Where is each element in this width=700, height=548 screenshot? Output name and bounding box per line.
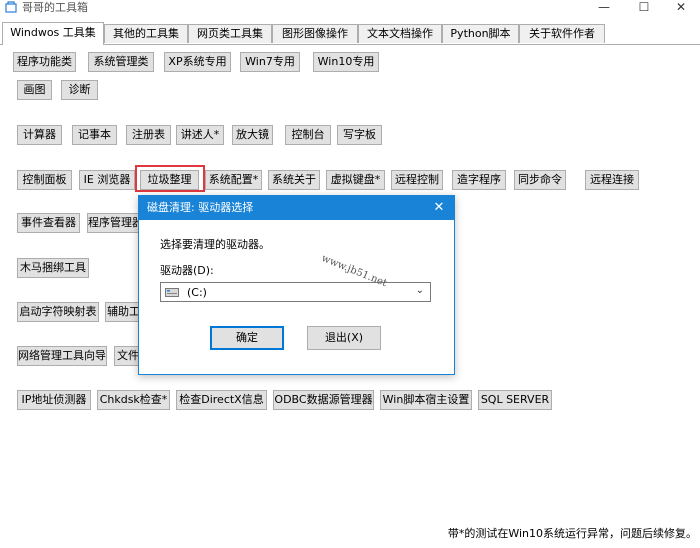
close-button[interactable]: ✕ <box>664 0 698 16</box>
drive-label: 驱动器(D): <box>160 264 214 277</box>
footer-note: 带*的测试在Win10系统运行异常，问题后续修复。 <box>447 527 697 540</box>
tab-image-tools[interactable]: 图形图像操作 <box>272 24 358 43</box>
wsh-settings-button[interactable]: Win脚本宿主设置 <box>380 390 472 410</box>
minimize-button[interactable]: — <box>587 0 621 16</box>
console-button[interactable]: 控制台 <box>285 125 331 145</box>
tab-windows-tools[interactable]: Windwos 工具集 <box>2 22 104 45</box>
calculator-button[interactable]: 计算器 <box>17 125 62 145</box>
directx-check-button[interactable]: 检查DirectX信息 <box>176 390 267 410</box>
title-bar: 哥哥的工具箱 — ☐ ✕ <box>0 0 700 16</box>
system-management-button[interactable]: 系统管理类 <box>88 52 154 72</box>
wordpad-button[interactable]: 写字板 <box>337 125 382 145</box>
program-manager-button[interactable]: 程序管理器 <box>87 213 142 233</box>
system-about-button[interactable]: 系统关于 <box>268 170 320 190</box>
diagnose-button[interactable]: 诊断 <box>61 80 98 100</box>
remote-connect-button[interactable]: 远程连接 <box>585 170 639 190</box>
exit-button[interactable]: 退出(X) <box>307 326 381 350</box>
xp-system-button[interactable]: XP系统专用 <box>164 52 231 72</box>
tab-other-tools[interactable]: 其他的工具集 <box>104 24 188 43</box>
char-map-button[interactable]: 启动字符映射表 <box>17 302 99 322</box>
tab-text-tools[interactable]: 文本文档操作 <box>358 24 442 43</box>
trojan-bundle-button[interactable]: 木马捆绑工具 <box>17 258 89 278</box>
tab-web-tools[interactable]: 网页类工具集 <box>188 24 272 43</box>
tab-bar: Windwos 工具集 其他的工具集 网页类工具集 图形图像操作 文本文档操作 … <box>0 22 700 45</box>
chevron-down-icon: ⌄ <box>415 285 424 296</box>
close-icon[interactable]: ✕ <box>430 199 448 217</box>
tab-python-scripts[interactable]: Python脚本 <box>442 24 519 43</box>
drive-select[interactable]: (C:) ⌄ <box>160 282 431 302</box>
paint-button[interactable]: 画图 <box>17 80 52 100</box>
network-tool-wizard-button[interactable]: 网络管理工具向导 <box>17 346 107 366</box>
registry-button[interactable]: 注册表 <box>126 125 171 145</box>
program-functions-button[interactable]: 程序功能类 <box>13 52 76 72</box>
win7-button[interactable]: Win7专用 <box>240 52 300 72</box>
virtual-keyboard-button[interactable]: 虚拟键盘* <box>326 170 385 190</box>
highlight-box <box>135 165 205 192</box>
window-title: 哥哥的工具箱 <box>22 1 88 14</box>
system-config-button[interactable]: 系统配置* <box>205 170 262 190</box>
app-icon <box>5 1 17 13</box>
narrator-button[interactable]: 讲述人* <box>176 125 224 145</box>
maximize-button[interactable]: ☐ <box>627 0 661 16</box>
remote-control-button[interactable]: 远程控制 <box>391 170 443 190</box>
disk-cleanup-dialog: 磁盘清理: 驱动器选择 ✕ 选择要清理的驱动器。 驱动器(D): (C:) ⌄ … <box>138 195 455 375</box>
odbc-manager-button[interactable]: ODBC数据源管理器 <box>273 390 374 410</box>
dialog-prompt: 选择要清理的驱动器。 <box>160 238 270 251</box>
drive-icon <box>165 288 179 297</box>
accessibility-button[interactable]: 辅助工 <box>105 302 142 322</box>
sql-server-button[interactable]: SQL SERVER <box>478 390 552 410</box>
chkdsk-button[interactable]: Chkdsk检查* <box>97 390 170 410</box>
dialog-title: 磁盘清理: 驱动器选择 <box>147 201 254 214</box>
drive-value: (C:) <box>187 286 207 299</box>
tab-about-author[interactable]: 关于软件作者 <box>519 24 605 43</box>
ok-button[interactable]: 确定 <box>210 326 284 350</box>
char-editor-button[interactable]: 造字程序 <box>452 170 506 190</box>
ip-detector-button[interactable]: IP地址侦测器 <box>17 390 91 410</box>
dialog-title-bar: 磁盘清理: 驱动器选择 ✕ <box>139 196 454 220</box>
control-panel-button[interactable]: 控制面板 <box>17 170 72 190</box>
win10-button[interactable]: Win10专用 <box>313 52 379 72</box>
event-viewer-button[interactable]: 事件查看器 <box>17 213 80 233</box>
magnifier-button[interactable]: 放大镜 <box>232 125 273 145</box>
notepad-button[interactable]: 记事本 <box>72 125 117 145</box>
ie-browser-button[interactable]: IE 浏览器 <box>79 170 135 190</box>
sync-command-button[interactable]: 同步命令 <box>514 170 566 190</box>
